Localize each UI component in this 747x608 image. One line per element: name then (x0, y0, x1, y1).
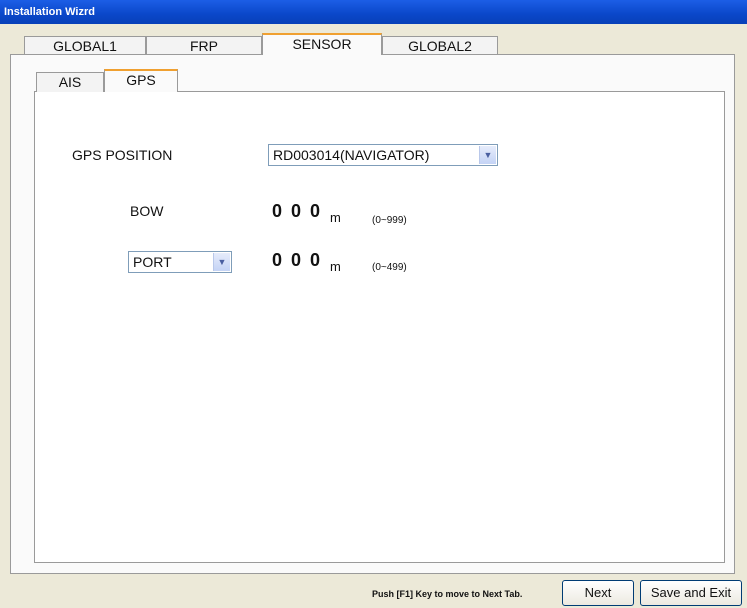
window-title: Installation Wizrd (0, 0, 747, 24)
next-button[interactable]: Next (562, 580, 634, 606)
side-range: (0~499) (372, 262, 407, 273)
side-value: PORT (133, 254, 172, 270)
tab-global1[interactable]: GLOBAL1 (24, 36, 146, 56)
side-unit: m (330, 259, 341, 274)
gps-position-label: GPS POSITION (72, 147, 173, 163)
gps-position-value: RD003014(NAVIGATOR) (273, 147, 430, 163)
chevron-down-icon[interactable]: ▼ (479, 146, 496, 164)
bow-range: (0~999) (372, 215, 407, 226)
bow-label: BOW (130, 203, 164, 219)
side-select[interactable]: PORT ▼ (128, 251, 232, 273)
tab-ais[interactable]: AIS (36, 72, 104, 92)
chevron-down-icon[interactable]: ▼ (213, 253, 230, 271)
tab-sensor[interactable]: SENSOR (262, 33, 382, 55)
tab-global2[interactable]: GLOBAL2 (382, 36, 498, 56)
tab-gps[interactable]: GPS (104, 69, 178, 92)
save-and-exit-button[interactable]: Save and Exit (640, 580, 742, 606)
bow-distance-value[interactable]: 0 0 0 (272, 201, 322, 222)
side-distance-value[interactable]: 0 0 0 (272, 250, 322, 271)
tab-frp[interactable]: FRP (146, 36, 262, 56)
hint-text: Push [F1] Key to move to Next Tab. (372, 589, 523, 599)
gps-position-select[interactable]: RD003014(NAVIGATOR) ▼ (268, 144, 498, 166)
bow-unit: m (330, 210, 341, 225)
